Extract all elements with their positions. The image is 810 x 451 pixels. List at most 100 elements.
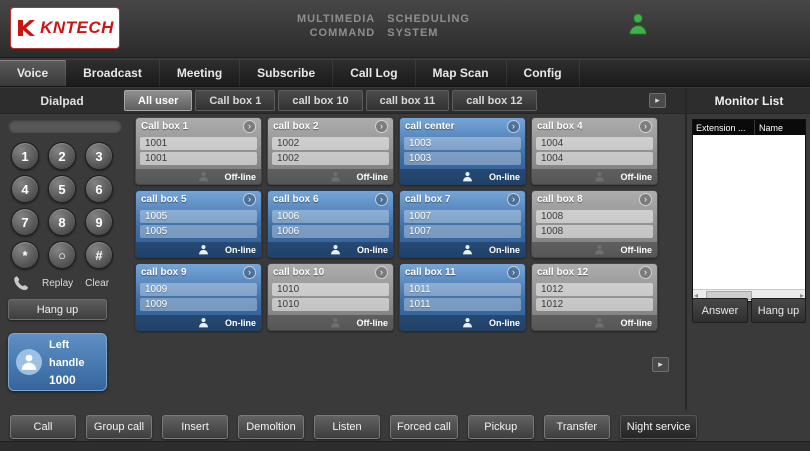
callbox-number: 1008	[536, 225, 653, 238]
dialpad-panel-title: Dialpad	[0, 94, 124, 108]
panel-divider	[685, 88, 687, 410]
dialpad-key[interactable]: 2	[48, 142, 76, 170]
monitor-hang-up-button[interactable]: Hang up	[751, 298, 806, 323]
callbox-card[interactable]: call box 5 › 1005 1005 On-line	[135, 190, 262, 258]
menu-tab[interactable]: Broadcast	[66, 60, 160, 86]
callbox-header: call box 7 ›	[400, 191, 525, 208]
callbox-extension: 1011	[404, 283, 521, 296]
callbox-status-bar: Off-line	[532, 169, 657, 184]
menu-tab[interactable]: Call Log	[333, 60, 415, 86]
callbox-card[interactable]: Call box 1 › 1001 1001 Off-line	[135, 117, 262, 185]
person-icon	[198, 244, 209, 255]
action-bar: Call Group call Insert Demoltion Listen Force…	[10, 415, 697, 439]
callbox-expand-button[interactable]: ›	[375, 193, 388, 206]
callbox-card[interactable]: call box 12 › 1012 1012 Off-line	[531, 263, 658, 331]
action-button[interactable]: Night service	[620, 415, 698, 439]
callbox-expand-button[interactable]: ›	[507, 120, 520, 133]
callbox-expand-button[interactable]: ›	[243, 193, 256, 206]
callbox-number: 1001	[140, 152, 257, 165]
callbox-card[interactable]: call box 4 › 1004 1004 Off-line	[531, 117, 658, 185]
user-group-tab[interactable]: call box 12	[452, 90, 536, 111]
person-icon	[462, 244, 473, 255]
dialpad-key[interactable]: 7	[11, 208, 39, 236]
callbox-expand-button[interactable]: ›	[375, 266, 388, 279]
dialpad-key[interactable]: 9	[85, 208, 113, 236]
user-group-tab[interactable]: All user	[124, 90, 192, 111]
callbox-card[interactable]: call box 6 › 1006 1006 On-line	[267, 190, 394, 258]
dialpad-key[interactable]: #	[85, 241, 113, 269]
clear-button[interactable]: Clear	[85, 278, 109, 289]
menu-tab[interactable]: Subscribe	[240, 60, 333, 86]
callbox-status-bar: Off-line	[532, 315, 657, 330]
user-group-tab[interactable]: call box 10	[278, 90, 362, 111]
dialpad-key[interactable]: 8	[48, 208, 76, 236]
callbox-extension: 1008	[536, 210, 653, 223]
callbox-card[interactable]: call box 11 › 1011 1011 On-line	[399, 263, 526, 331]
callbox-name: Call box 1	[141, 121, 243, 132]
callbox-expand-button[interactable]: ›	[507, 266, 520, 279]
callbox-name: call box 5	[141, 194, 243, 205]
hang-up-button[interactable]: Hang up	[8, 299, 107, 320]
action-button[interactable]: Group call	[86, 415, 152, 439]
dialpad-key[interactable]: ○	[48, 241, 76, 269]
connection-status-icon	[628, 12, 648, 36]
callbox-expand-button[interactable]: ›	[243, 120, 256, 133]
callbox-card[interactable]: call box 9 › 1009 1009 On-line	[135, 263, 262, 331]
menu-tab[interactable]: Map Scan	[416, 60, 507, 86]
user-group-tab[interactable]: Call box 1	[195, 90, 275, 111]
callbox-expand-button[interactable]: ›	[639, 193, 652, 206]
callbox-expand-button[interactable]: ›	[375, 120, 388, 133]
tabs-scroll-right-button[interactable]: ▸	[649, 93, 666, 108]
callbox-status: On-line	[489, 172, 520, 182]
action-button[interactable]: Demoltion	[238, 415, 304, 439]
dialpad-key[interactable]: 5	[48, 175, 76, 203]
answer-button[interactable]: Answer	[692, 298, 748, 323]
handle-info: Left handle 1000	[49, 335, 99, 389]
callbox-status: On-line	[489, 245, 520, 255]
callbox-extension: 1002	[272, 137, 389, 150]
callbox-status: Off-line	[357, 318, 389, 328]
callbox-card[interactable]: call box 7 › 1007 1007 On-line	[399, 190, 526, 258]
action-button[interactable]: Forced call	[390, 415, 458, 439]
callbox-name: call box 12	[537, 267, 639, 278]
action-button[interactable]: Call	[10, 415, 76, 439]
dialpad-key[interactable]: 3	[85, 142, 113, 170]
replay-button[interactable]: Replay	[42, 278, 73, 289]
callbox-expand-button[interactable]: ›	[243, 266, 256, 279]
action-button[interactable]: Listen	[314, 415, 380, 439]
dial-display[interactable]	[8, 119, 122, 133]
callbox-card[interactable]: call box 2 › 1002 1002 Off-line	[267, 117, 394, 185]
callbox-card[interactable]: call box 8 › 1008 1008 Off-line	[531, 190, 658, 258]
callbox-number: 1007	[404, 225, 521, 238]
callbox-number: 1003	[404, 152, 521, 165]
menu-tab[interactable]: Config	[507, 60, 580, 86]
call-controls: Replay Clear	[12, 273, 124, 293]
callbox-extension: 1004	[536, 137, 653, 150]
dialpad-key[interactable]: 4	[11, 175, 39, 203]
user-group-tab[interactable]: call box 11	[366, 90, 450, 111]
callbox-card[interactable]: call box 10 › 1010 1010 Off-line	[267, 263, 394, 331]
callbox-expand-button[interactable]: ›	[507, 193, 520, 206]
action-button[interactable]: Insert	[162, 415, 228, 439]
dialpad-key[interactable]: 1	[11, 142, 39, 170]
monitor-list-body[interactable]	[693, 135, 805, 289]
action-button[interactable]: Transfer	[544, 415, 610, 439]
callbox-name: call box 2	[273, 121, 375, 132]
callbox-status: On-line	[225, 318, 256, 328]
person-icon	[594, 171, 605, 182]
callbox-card[interactable]: call center › 1003 1003 On-line	[399, 117, 526, 185]
action-button[interactable]: Pickup	[468, 415, 534, 439]
dialpad-key[interactable]: *	[11, 241, 39, 269]
left-handle-card[interactable]: Left handle 1000	[8, 333, 107, 391]
callbox-expand-button[interactable]: ›	[639, 266, 652, 279]
callbox-expand-button[interactable]: ›	[639, 120, 652, 133]
callbox-status-bar: On-line	[400, 242, 525, 257]
menu-tab[interactable]: Voice	[0, 60, 66, 86]
callbox-extension: 1006	[272, 210, 389, 223]
grid-page-right-button[interactable]: ▸	[652, 357, 669, 372]
column-header-name: Name	[755, 123, 783, 133]
dialpad-key[interactable]: 6	[85, 175, 113, 203]
menu-tab[interactable]: Meeting	[160, 60, 240, 86]
callbox-header: call box 6 ›	[268, 191, 393, 208]
callbox-header: call box 2 ›	[268, 118, 393, 135]
